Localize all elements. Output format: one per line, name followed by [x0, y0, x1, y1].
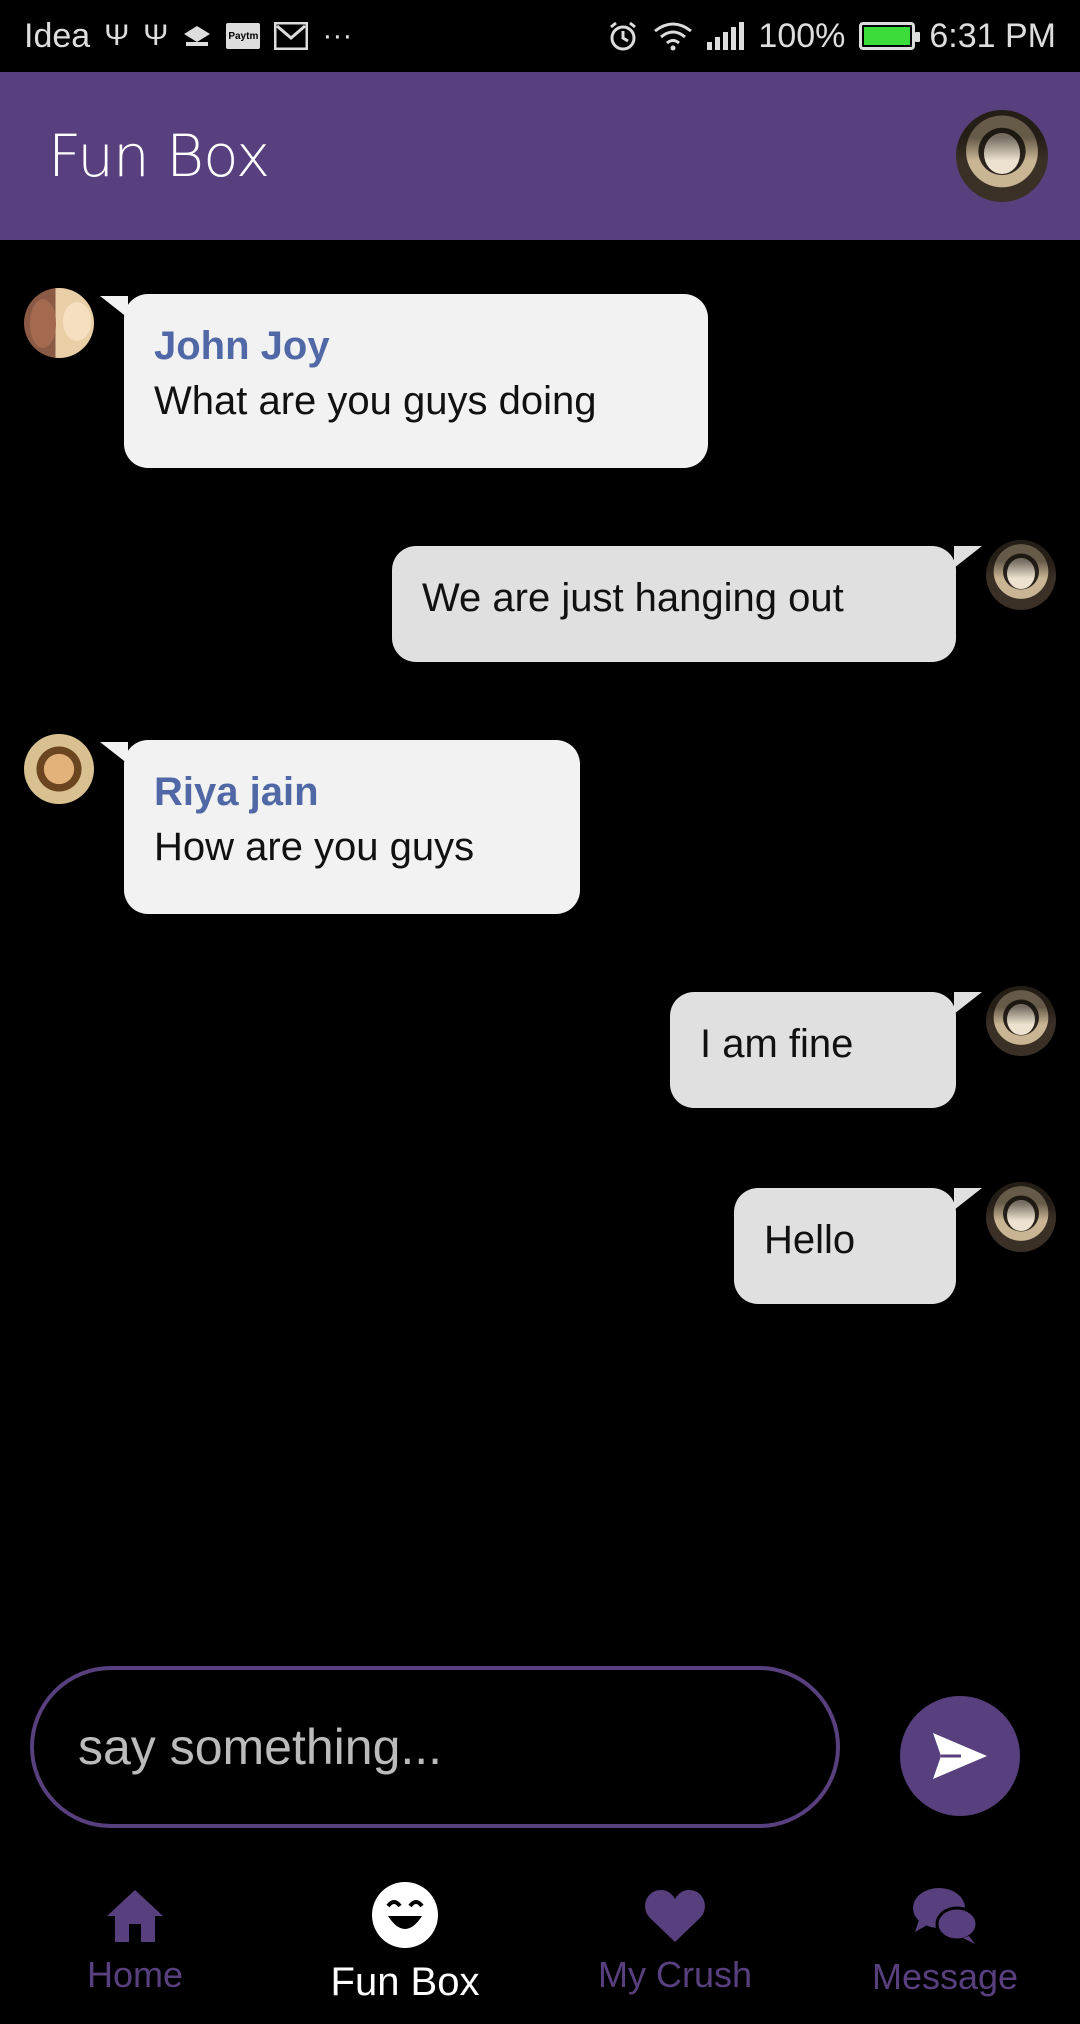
chat-list[interactable]: John Joy What are you guys doing We are … — [0, 240, 1080, 1660]
profile-avatar[interactable] — [956, 110, 1048, 202]
signal-icon — [707, 22, 745, 50]
my-avatar[interactable] — [986, 1182, 1056, 1252]
gmail-icon — [274, 22, 309, 50]
sender-name: Riya jain — [154, 770, 319, 814]
nav-label: Message — [871, 1956, 1019, 1997]
app-bar: Fun Box — [0, 72, 1080, 240]
message-bubble-outgoing[interactable]: I am fine — [670, 992, 956, 1108]
message-input[interactable] — [78, 1718, 836, 1776]
message-bubble-outgoing[interactable]: We are just hanging out — [392, 546, 956, 662]
message-text: I am fine — [700, 1022, 854, 1066]
usb-icon: Ψ — [143, 19, 169, 52]
heart-icon — [645, 1890, 705, 1942]
bottom-nav: Home Fun Box My Crush Message — [0, 1860, 1080, 2024]
message-text: Hello — [764, 1218, 856, 1262]
sender-avatar[interactable] — [24, 288, 94, 358]
clock: 6:31 PM — [929, 16, 1056, 55]
usb-icon: Ψ — [104, 19, 130, 52]
sender-avatar[interactable] — [24, 734, 94, 804]
message-composer[interactable] — [30, 1666, 840, 1828]
nav-label: My Crush — [597, 1954, 753, 1995]
bubble-tail — [954, 546, 982, 568]
nav-item-fun-box[interactable]: Fun Box — [270, 1860, 540, 2024]
nav-label: Home — [86, 1954, 184, 1995]
nav-label: Fun Box — [330, 1959, 480, 2004]
home-icon — [107, 1890, 163, 1942]
laughing-face-icon — [372, 1881, 438, 1948]
notification-icon — [182, 24, 212, 48]
alarm-icon — [607, 20, 639, 52]
paytm-icon: Paytm — [226, 23, 261, 49]
message-bubble-outgoing[interactable]: Hello — [734, 1188, 956, 1304]
more-icon: ··· — [322, 19, 353, 52]
status-left: Idea Ψ Ψ Paytm ··· — [24, 17, 352, 56]
status-right: 100% 6:31 PM — [607, 17, 1056, 56]
send-icon — [933, 1733, 987, 1779]
message-text: How are you guys — [154, 825, 475, 869]
send-button[interactable] — [900, 1696, 1020, 1816]
my-avatar[interactable] — [986, 986, 1056, 1056]
bubble-tail — [954, 992, 982, 1014]
message-bubble-incoming[interactable]: Riya jain How are you guys — [124, 740, 580, 914]
wifi-icon — [653, 21, 693, 51]
my-avatar[interactable] — [986, 540, 1056, 610]
nav-item-home[interactable]: Home — [0, 1860, 270, 2024]
sender-name: John Joy — [154, 324, 330, 368]
carrier-label: Idea — [24, 16, 91, 55]
message-text: We are just hanging out — [422, 576, 844, 620]
status-bar: Idea Ψ Ψ Paytm ··· 100% 6:31 PM — [0, 0, 1080, 72]
message-text: What are you guys doing — [154, 379, 597, 423]
battery-percent: 100% — [758, 16, 846, 55]
bubble-tail — [954, 1188, 982, 1210]
nav-item-message[interactable]: Message — [810, 1860, 1080, 2024]
battery-icon — [859, 22, 921, 50]
message-bubble-incoming[interactable]: John Joy What are you guys doing — [124, 294, 708, 468]
page-title: Fun Box — [48, 122, 270, 190]
chat-bubbles-icon — [913, 1888, 979, 1944]
nav-item-my-crush[interactable]: My Crush — [540, 1860, 810, 2024]
